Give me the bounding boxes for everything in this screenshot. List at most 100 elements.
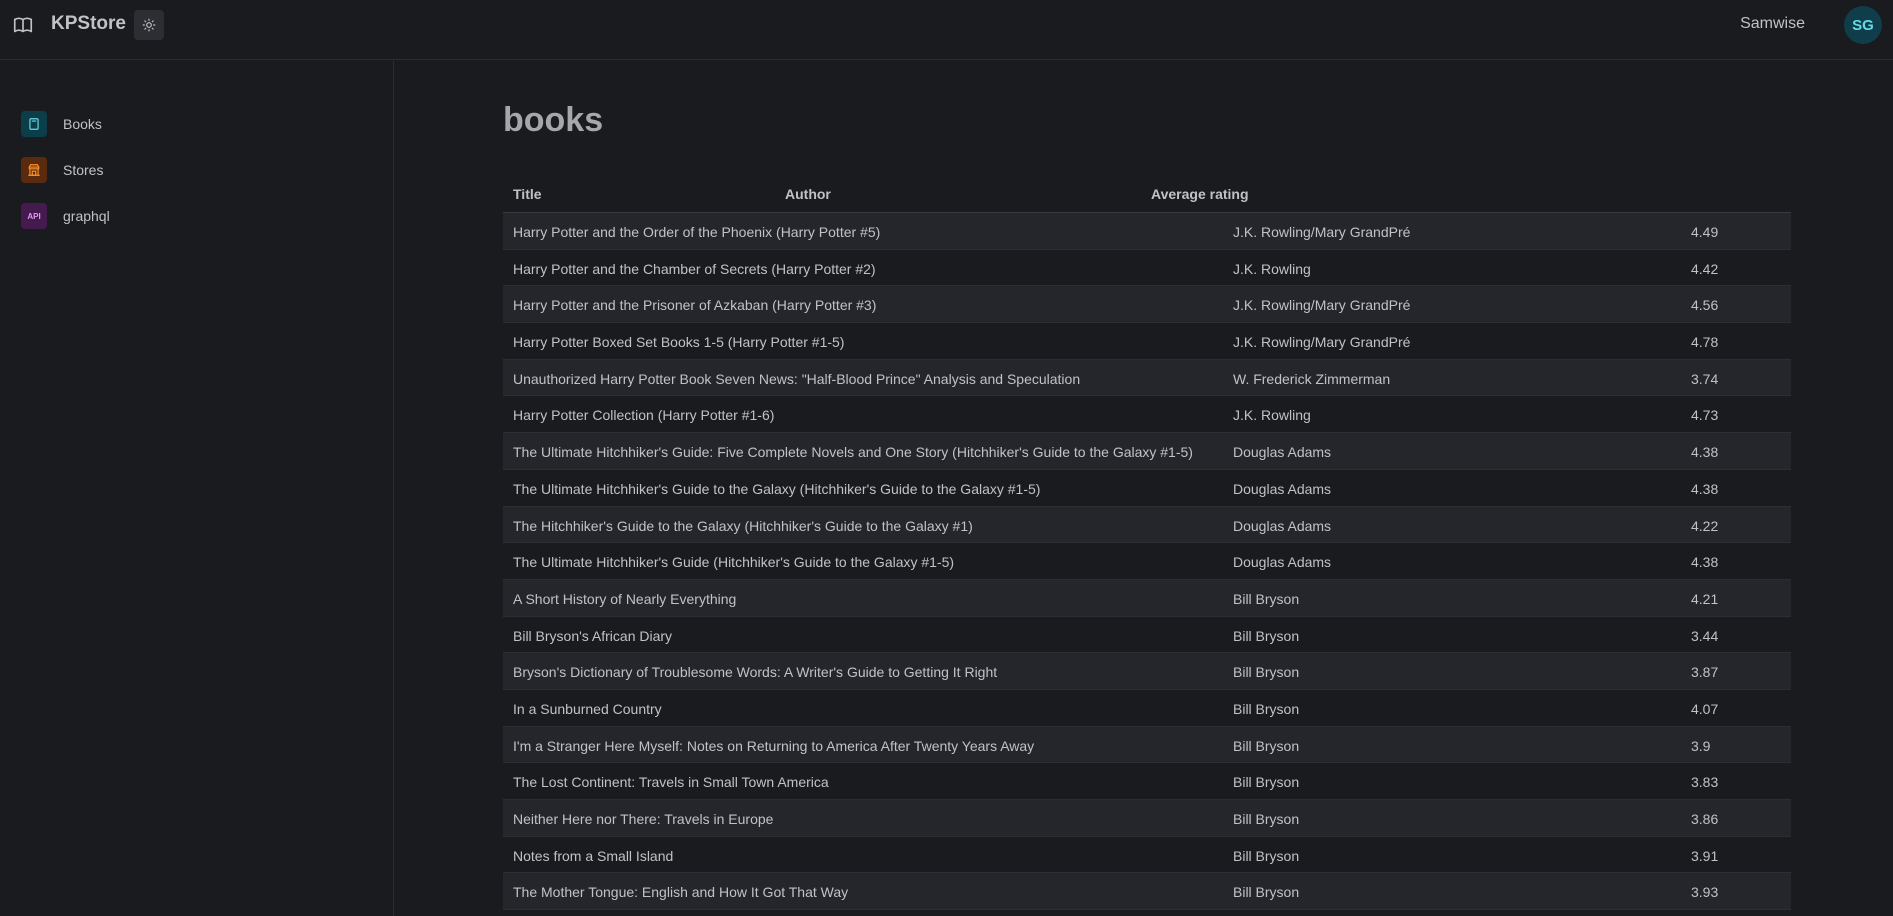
sidebar-item-graphql[interactable]: API graphql bbox=[0, 193, 393, 239]
book-title-cell: The Ultimate Hitchhiker's Guide (Hitchhi… bbox=[513, 554, 955, 571]
book-rating-cell: 4.42 bbox=[1691, 260, 1719, 277]
book-author-cell: Douglas Adams bbox=[1233, 554, 1332, 571]
book-rating-cell: 3.86 bbox=[1691, 811, 1719, 827]
book-title-cell: The Lost Continent: Travels in Small Tow… bbox=[513, 774, 829, 791]
books-table: Title Author Average rating Harry Potter… bbox=[503, 181, 1791, 911]
book-title-cell: Harry Potter and the Prisoner of Azkaban… bbox=[513, 297, 877, 314]
column-header-title[interactable]: Title bbox=[513, 186, 542, 202]
table-row[interactable]: Harry Potter Collection (Harry Potter #1… bbox=[503, 396, 1791, 434]
book-author-cell: J.K. Rowling bbox=[1233, 407, 1311, 424]
book-title-cell: Neither Here nor There: Travels in Europ… bbox=[513, 811, 774, 827]
book-author-cell: J.K. Rowling/Mary GrandPré bbox=[1233, 334, 1411, 351]
book-title-cell: Harry Potter Boxed Set Books 1-5 (Harry … bbox=[513, 334, 845, 351]
book-title-cell: The Hitchhiker's Guide to the Galaxy (Hi… bbox=[513, 517, 973, 534]
table-row[interactable]: Notes from a Small Island Bill Bryson 3.91 bbox=[503, 837, 1791, 874]
book-author-cell: W. Frederick Zimmerman bbox=[1233, 370, 1391, 387]
book-author-cell: J.K. Rowling/Mary GrandPré bbox=[1233, 297, 1411, 314]
book-rating-cell: 3.91 bbox=[1691, 847, 1719, 864]
sidebar-item-label: graphql bbox=[63, 208, 110, 224]
table-row[interactable]: The Ultimate Hitchhiker's Guide to the G… bbox=[503, 470, 1791, 507]
book-icon bbox=[21, 111, 47, 137]
book-rating-cell: 3.83 bbox=[1691, 774, 1719, 791]
table-row[interactable]: Bill Bryson's African Diary Bill Bryson 3.… bbox=[503, 617, 1791, 654]
book-title-cell: Harry Potter and the Chamber of Secrets … bbox=[513, 260, 876, 277]
sidebar-item-books[interactable]: Books bbox=[0, 101, 393, 147]
book-rating-cell: 4.38 bbox=[1691, 444, 1719, 461]
table-row[interactable]: A Short History of Nearly Everything Bill… bbox=[503, 579, 1791, 617]
book-author-cell: Bill Bryson bbox=[1233, 811, 1300, 827]
book-title-cell: In a Sunburned Country bbox=[513, 700, 662, 717]
book-author-cell: Douglas Adams bbox=[1233, 480, 1332, 497]
book-rating-cell: 4.49 bbox=[1691, 224, 1719, 240]
book-author-cell: Bill Bryson bbox=[1233, 627, 1300, 644]
user-name: Samwise bbox=[1740, 15, 1805, 32]
book-author-cell: Bill Bryson bbox=[1233, 774, 1300, 791]
book-rating-cell: 4.07 bbox=[1691, 700, 1719, 717]
book-rating-cell: 3.87 bbox=[1691, 664, 1719, 681]
table-row[interactable]: Harry Potter and the Prisoner of Azkaban… bbox=[503, 286, 1791, 324]
sidebar-item-stores[interactable]: Stores bbox=[0, 147, 393, 193]
table-row[interactable]: Harry Potter and the Order of the Phoeni… bbox=[503, 213, 1791, 250]
book-rating-cell: 4.38 bbox=[1691, 480, 1719, 497]
column-header-author[interactable]: Author bbox=[785, 186, 831, 202]
avatar[interactable]: SG bbox=[1844, 6, 1882, 44]
book-author-cell: Douglas Adams bbox=[1233, 517, 1332, 534]
book-author-cell: Bill Bryson bbox=[1233, 884, 1300, 901]
table-row[interactable]: The Lost Continent: Travels in Small Tow… bbox=[503, 763, 1791, 800]
book-rating-cell: 4.73 bbox=[1691, 407, 1719, 424]
book-rating-cell: 3.74 bbox=[1691, 370, 1719, 387]
book-rating-cell: 4.38 bbox=[1691, 554, 1719, 571]
api-icon: API bbox=[21, 203, 47, 229]
book-title-cell: Bryson's Dictionary of Troublesome Words… bbox=[513, 664, 998, 681]
book-rating-cell: 4.22 bbox=[1691, 517, 1719, 534]
table-row[interactable]: The Hitchhiker's Guide to the Galaxy (Hi… bbox=[503, 506, 1791, 544]
book-title-cell: A Short History of Nearly Everything bbox=[513, 590, 737, 607]
table-row[interactable]: Harry Potter Boxed Set Books 1-5 (Harry … bbox=[503, 323, 1791, 360]
table-body: Harry Potter and the Order of the Phoeni… bbox=[503, 213, 1791, 911]
page-title: books bbox=[503, 101, 604, 139]
app-header: KPStore Samwise SG bbox=[0, 0, 1893, 60]
sun-icon bbox=[142, 18, 156, 32]
book-author-cell: Bill Bryson bbox=[1233, 847, 1300, 864]
building-store-icon bbox=[21, 157, 47, 183]
table-row[interactable]: Unauthorized Harry Potter Book Seven New… bbox=[503, 359, 1791, 397]
sidebar-item-label: Books bbox=[63, 116, 102, 132]
book-title-cell: Unauthorized Harry Potter Book Seven New… bbox=[513, 370, 1081, 387]
brand-name[interactable]: KPStore bbox=[51, 13, 126, 35]
book-title-cell: Bill Bryson's African Diary bbox=[513, 627, 673, 644]
table-row[interactable]: In a Sunburned Country Bill Bryson 4.07 bbox=[503, 690, 1791, 727]
book-title-cell: The Mother Tongue: English and How It Go… bbox=[513, 884, 849, 901]
theme-toggle-button[interactable] bbox=[134, 10, 164, 40]
table-row[interactable]: I'm a Stranger Here Myself: Notes on Ret… bbox=[503, 726, 1791, 764]
table-row[interactable]: The Mother Tongue: English and How It Go… bbox=[503, 873, 1791, 911]
sidebar-item-label: Stores bbox=[63, 162, 104, 178]
book-author-cell: Bill Bryson bbox=[1233, 590, 1300, 607]
table-row[interactable]: The Ultimate Hitchhiker's Guide (Hitchhi… bbox=[503, 543, 1791, 580]
book-rating-cell: 4.56 bbox=[1691, 297, 1719, 314]
book-title-cell: The Ultimate Hitchhiker's Guide to the G… bbox=[513, 480, 1041, 497]
table-row[interactable]: Neither Here nor There: Travels in Europ… bbox=[503, 800, 1791, 837]
book-author-cell: Bill Bryson bbox=[1233, 737, 1300, 754]
book-title-cell: I'm a Stranger Here Myself: Notes on Ret… bbox=[513, 737, 1035, 754]
book-author-cell: Douglas Adams bbox=[1233, 444, 1332, 461]
book-rating-cell: 3.93 bbox=[1691, 884, 1719, 901]
book-rating-cell: 3.44 bbox=[1691, 627, 1719, 644]
table-row[interactable]: The Ultimate Hitchhiker's Guide: Five Co… bbox=[503, 433, 1791, 470]
book-rating-cell: 3.9 bbox=[1691, 737, 1711, 754]
book-title-cell: Harry Potter Collection (Harry Potter #1… bbox=[513, 407, 775, 424]
sidebar: Books Stores API graphql bbox=[0, 61, 394, 916]
book-title-cell: Notes from a Small Island bbox=[513, 847, 674, 864]
book-title-cell: Harry Potter and the Order of the Phoeni… bbox=[513, 224, 881, 240]
table-row[interactable]: Bryson's Dictionary of Troublesome Words… bbox=[503, 653, 1791, 690]
book-open-icon[interactable] bbox=[12, 14, 34, 36]
table-header: Title Author Average rating bbox=[503, 181, 1791, 213]
book-rating-cell: 4.78 bbox=[1691, 334, 1719, 351]
book-author-cell: J.K. Rowling/Mary GrandPré bbox=[1233, 224, 1411, 240]
column-header-rating[interactable]: Average rating bbox=[1151, 186, 1249, 202]
book-author-cell: Bill Bryson bbox=[1233, 700, 1300, 717]
book-author-cell: J.K. Rowling bbox=[1233, 260, 1311, 277]
book-author-cell: Bill Bryson bbox=[1233, 664, 1300, 681]
book-title-cell: The Ultimate Hitchhiker's Guide: Five Co… bbox=[513, 444, 1193, 461]
book-rating-cell: 4.21 bbox=[1691, 590, 1719, 607]
table-row[interactable]: Harry Potter and the Chamber of Secrets … bbox=[503, 250, 1791, 287]
